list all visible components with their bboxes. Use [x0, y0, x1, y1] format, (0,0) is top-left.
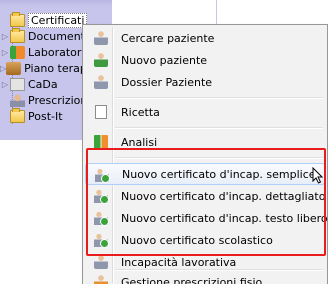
tree-item-label: Documenti	[28, 29, 89, 43]
menu-item-ricetta[interactable]: Ricetta	[85, 101, 325, 123]
menu-separator	[115, 97, 323, 99]
analysis-chart-icon	[94, 135, 108, 149]
tree-scroll-fade	[0, 0, 112, 6]
person-add-icon	[94, 53, 108, 67]
menu-item-nuovo-certificato-scolastico[interactable]: Nuovo certificato scolastico	[85, 229, 325, 251]
menu-item-nuovo-certificato-dettagliato[interactable]: Nuovo certificato d'incap. dettagliato	[85, 185, 325, 207]
menu-item-nuovo-certificato-testo-libero[interactable]: Nuovo certificato d'incap. testo libero	[85, 207, 328, 229]
folder-icon	[10, 12, 25, 27]
menu-item-label: Nuovo certificato d'incap. testo libero	[121, 211, 328, 225]
menu-item-analisi[interactable]: Analisi	[85, 131, 325, 153]
menu-item-label: Nuovo paziente	[121, 53, 208, 67]
menu-separator	[115, 157, 323, 159]
cada-icon	[10, 77, 25, 91]
prescription-page-icon	[95, 105, 107, 119]
menu-item-label: Dossier Paziente	[121, 75, 213, 89]
folder-icon	[10, 28, 25, 43]
menu-item-nuovo-certificato-semplice[interactable]: Nuovo certificato d'incap. semplice	[85, 163, 325, 185]
certificate-icon	[94, 211, 109, 226]
menu-item-label: Incapacità lavorativa	[121, 255, 237, 269]
menu-item-label: Analisi	[121, 135, 158, 149]
content-panel	[216, 0, 328, 24]
work-incapacity-icon	[94, 255, 108, 269]
tree-item-label: Certificati	[28, 12, 88, 28]
person-dossier-icon	[94, 75, 108, 89]
tree-item-label: Post-It	[28, 109, 63, 123]
menu-item-label: Nuovo certificato scolastico	[121, 233, 273, 247]
menu-item-label: Gestione prescrizioni fisio	[121, 275, 263, 284]
menu-item-label: Nuovo certificato d'incap. dettagliato	[121, 189, 326, 203]
folder-icon	[10, 108, 25, 123]
menu-separator	[115, 127, 323, 129]
expand-icon[interactable]: ▷	[0, 48, 10, 57]
menu-item-label: Cercare paziente	[121, 31, 215, 45]
menu-item-label: Ricetta	[121, 105, 160, 119]
expand-icon[interactable]: ▷	[0, 80, 10, 89]
certificate-icon	[95, 168, 110, 183]
mouse-pointer-icon	[312, 167, 323, 184]
person-icon	[10, 93, 25, 107]
menu-item-gestione-prescrizioni-fisio[interactable]: Gestione prescrizioni fisio	[85, 271, 325, 284]
certificate-icon	[94, 233, 109, 248]
plan-icon	[6, 61, 22, 75]
physio-prescription-icon	[94, 275, 108, 284]
person-search-icon	[94, 31, 108, 45]
menu-item-dossier-paziente[interactable]: Dossier Paziente	[85, 71, 325, 93]
menu-item-nuovo-paziente[interactable]: Nuovo paziente	[85, 49, 325, 71]
lab-icon	[10, 45, 25, 59]
expand-icon[interactable]: ▷	[0, 32, 10, 41]
context-menu: Cercare paziente Nuovo paziente Dossier …	[82, 24, 328, 284]
menu-item-label: Nuovo certificato d'incap. semplice	[122, 167, 316, 181]
menu-item-cercare-paziente[interactable]: Cercare paziente	[85, 27, 325, 49]
certificate-icon	[94, 189, 109, 204]
tree-item-label: CaDa	[28, 77, 58, 91]
